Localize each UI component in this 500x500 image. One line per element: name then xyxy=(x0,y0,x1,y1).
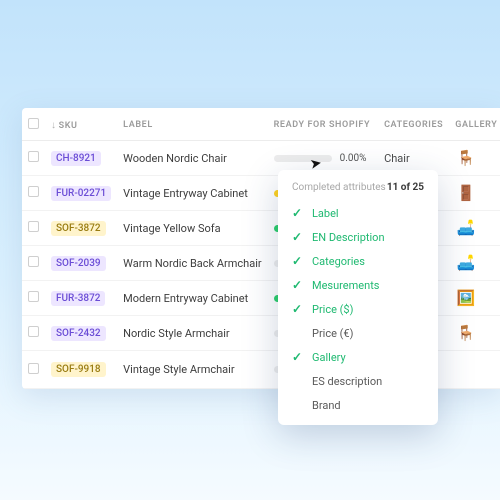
col-categories[interactable]: CATEGORIES xyxy=(378,108,449,141)
attribute-label: Gallery xyxy=(312,351,346,364)
gallery-thumb[interactable]: 🪑 xyxy=(455,148,477,168)
attribute-label: Price ($) xyxy=(312,303,353,316)
attribute-item[interactable]: ✓ Gallery xyxy=(278,345,438,369)
attribute-item[interactable]: ✓ Categories xyxy=(278,249,438,273)
product-label: Vintage Style Armchair xyxy=(117,351,267,389)
row-checkbox[interactable] xyxy=(28,221,39,232)
check-icon: ✓ xyxy=(292,206,304,220)
popover-title: Completed attributes xyxy=(292,182,386,193)
col-label[interactable]: LABEL xyxy=(117,108,267,141)
gallery-thumb[interactable]: 🚪 xyxy=(455,183,477,203)
product-label: Nordic Style Armchair xyxy=(117,316,267,351)
attribute-item[interactable]: ✓ Label xyxy=(278,201,438,225)
attribute-item[interactable]: ✓Brand xyxy=(278,393,438,417)
col-gallery[interactable]: GALLERY xyxy=(449,108,500,141)
sku-badge[interactable]: FUR-3872 xyxy=(51,291,105,306)
sort-desc-icon: ↓ xyxy=(51,120,57,131)
attribute-label: Categories xyxy=(312,255,365,268)
product-label: Wooden Nordic Chair xyxy=(117,141,267,176)
gallery-thumb[interactable]: 🖼️ xyxy=(455,288,477,308)
check-icon: ✓ xyxy=(292,230,304,244)
attribute-item[interactable]: ✓ Price ($) xyxy=(278,297,438,321)
attribute-item[interactable]: ✓ES description xyxy=(278,369,438,393)
sku-badge[interactable]: FUR-02271 xyxy=(51,186,111,201)
product-label: Vintage Entryway Cabinet xyxy=(117,176,267,211)
attribute-item[interactable]: ✓Price (€) xyxy=(278,321,438,345)
sku-badge[interactable]: CH-8921 xyxy=(51,151,101,166)
attribute-item[interactable]: ✓ EN Description xyxy=(278,225,438,249)
attribute-label: Brand xyxy=(312,399,341,412)
row-checkbox[interactable] xyxy=(28,291,39,302)
ready-progress: 0.00% xyxy=(274,153,372,164)
progress-bar xyxy=(274,155,332,162)
sku-badge[interactable]: SOF-9918 xyxy=(51,362,106,377)
product-label: Vintage Yellow Sofa xyxy=(117,211,267,246)
product-label: Modern Entryway Cabinet xyxy=(117,281,267,316)
popover-count: 11 of 25 xyxy=(387,182,424,193)
sku-badge[interactable]: SOF-2432 xyxy=(51,326,106,341)
sku-badge[interactable]: SOF-2039 xyxy=(51,256,106,271)
attribute-label: Mesurements xyxy=(312,279,379,292)
gallery-thumb[interactable] xyxy=(455,358,477,378)
check-icon: ✓ xyxy=(292,350,304,364)
check-icon: ✓ xyxy=(292,254,304,268)
attribute-item[interactable]: ✓ Mesurements xyxy=(278,273,438,297)
attribute-label: Price (€) xyxy=(312,327,353,340)
gallery-thumb[interactable]: 🛋️ xyxy=(455,218,477,238)
col-ready[interactable]: READY FOR SHOPIFY xyxy=(268,108,378,141)
col-sku[interactable]: ↓SKU xyxy=(45,108,117,141)
attribute-label: EN Description xyxy=(312,231,385,244)
progress-percent: 0.00% xyxy=(340,153,367,164)
product-label: Warm Nordic Back Armchair xyxy=(117,246,267,281)
row-checkbox[interactable] xyxy=(28,151,39,162)
check-icon: ✓ xyxy=(292,278,304,292)
row-checkbox[interactable] xyxy=(28,256,39,267)
attribute-label: Label xyxy=(312,207,339,220)
row-checkbox[interactable] xyxy=(28,326,39,337)
completed-attributes-popover: Completed attributes 11 of 25 ✓ Label ✓ EN … xyxy=(278,170,438,425)
sku-badge[interactable]: SOF-3872 xyxy=(51,221,106,236)
select-all-checkbox[interactable] xyxy=(28,118,39,129)
gallery-thumb[interactable]: 🪑 xyxy=(455,323,477,343)
row-checkbox[interactable] xyxy=(28,363,39,374)
attribute-label: ES description xyxy=(312,375,382,388)
table-header-row: ↓SKU LABEL READY FOR SHOPIFY CATEGORIES … xyxy=(22,108,500,141)
row-checkbox[interactable] xyxy=(28,186,39,197)
gallery-thumb[interactable]: 🛋️ xyxy=(455,253,477,273)
check-icon: ✓ xyxy=(292,302,304,316)
